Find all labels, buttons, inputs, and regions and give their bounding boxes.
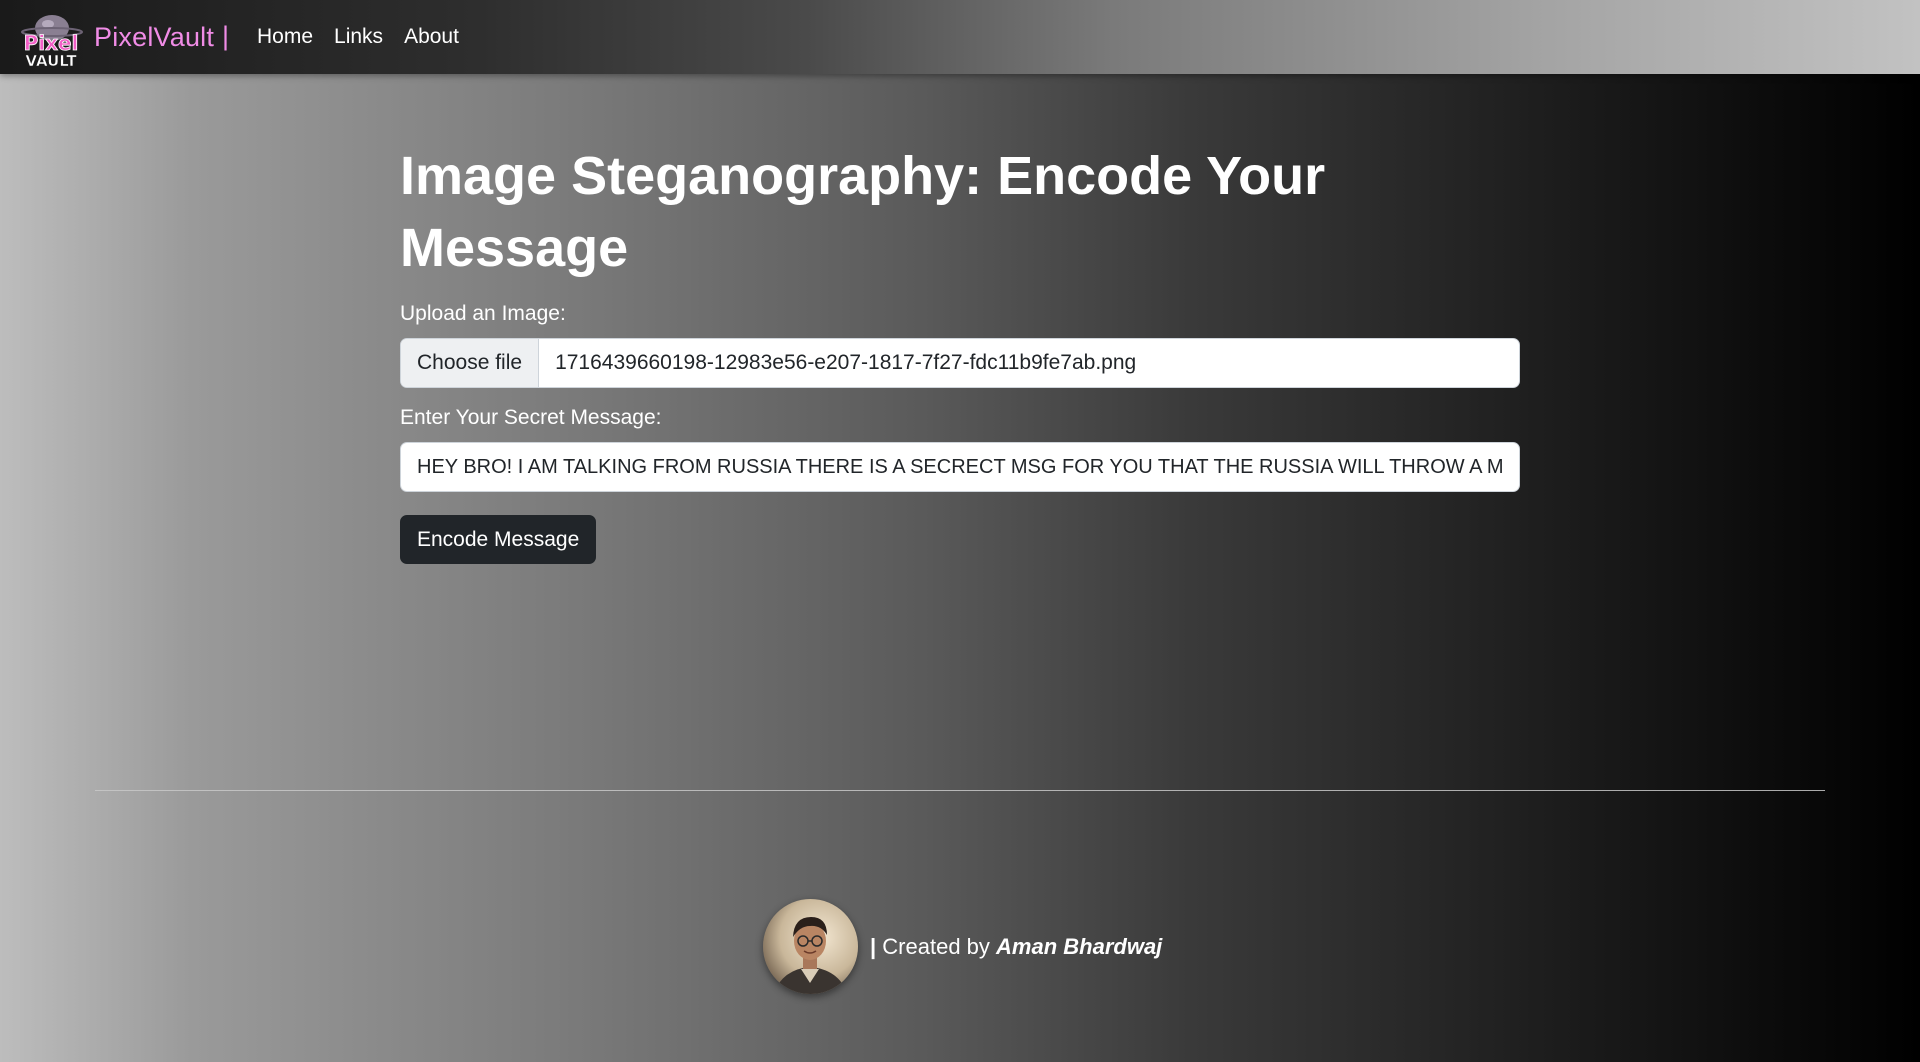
navbar: Pixel VAULT PixelVault | Home Links Abou… <box>0 0 1920 74</box>
credit-text: | Created by Aman Bhardwaj <box>870 934 1162 960</box>
secret-message-input[interactable] <box>400 442 1520 492</box>
nav-link-about[interactable]: About <box>404 25 459 49</box>
author-name: Aman Bhardwaj <box>996 933 1163 959</box>
file-upload-input[interactable]: Choose file 1716439660198-12983e56-e207-… <box>400 338 1520 388</box>
encode-message-button[interactable]: Encode Message <box>400 515 597 564</box>
credit-separator: | <box>870 933 877 959</box>
svg-text:VAULT: VAULT <box>25 52 77 68</box>
footer-divider <box>95 790 1825 791</box>
nav-links: Home Links About <box>257 25 459 49</box>
brand-separator: | <box>222 21 230 51</box>
upload-label: Upload an Image: <box>400 302 566 325</box>
page-title: Image Steganography: Encode Your Message <box>400 146 1326 278</box>
selected-file-name: 1716439660198-12983e56-e207-1817-7f27-fd… <box>555 351 1137 374</box>
footer: | Created by Aman Bhardwaj <box>763 899 1162 994</box>
nav-link-home[interactable]: Home <box>257 25 313 49</box>
created-by-label: Created by <box>882 933 990 959</box>
brand-name[interactable]: PixelVault <box>94 22 214 53</box>
nav-link-links[interactable]: Links <box>334 25 383 49</box>
pixelvault-logo[interactable]: Pixel VAULT <box>18 10 84 70</box>
secret-message-label: Enter Your Secret Message: <box>400 406 662 429</box>
author-avatar <box>763 899 858 994</box>
choose-file-button[interactable]: Choose file <box>401 339 540 387</box>
encode-form: Image Steganography: Encode Your Message… <box>400 140 1520 564</box>
